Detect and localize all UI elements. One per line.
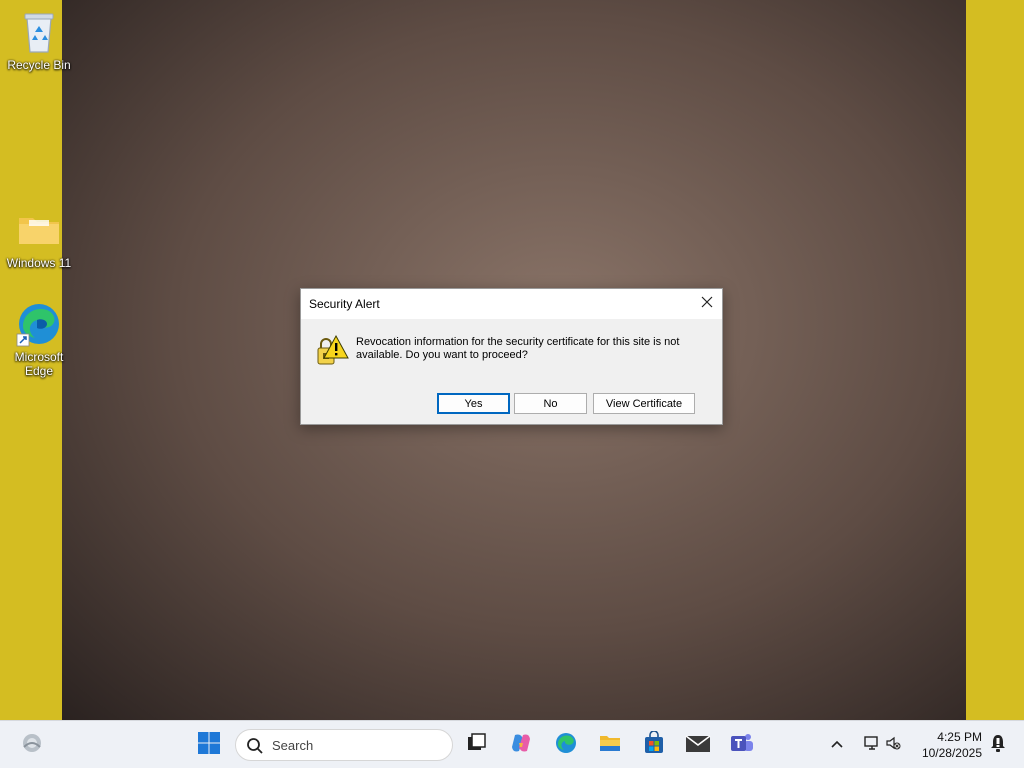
desktop-icon-label: Windows 11 — [6, 256, 72, 270]
dialog-close-button[interactable] — [692, 289, 722, 319]
copilot-icon — [509, 731, 533, 760]
microsoft-store-icon — [642, 729, 666, 760]
yes-button[interactable]: Yes — [437, 393, 510, 414]
desktop-icon-label: Microsoft Edge — [14, 350, 64, 378]
desktop-icon-microsoft-edge[interactable]: Microsoft Edge — [1, 300, 77, 378]
desktop-icon-windows-11[interactable]: Windows 11 — [1, 206, 77, 270]
dialog-title: Security Alert — [309, 297, 380, 311]
task-view-button[interactable] — [458, 727, 494, 763]
start-icon — [197, 731, 221, 760]
start-button[interactable] — [191, 727, 227, 763]
teams-icon — [729, 731, 755, 760]
taskbar: Search 4:25 PM 10/28/2025 — [0, 720, 1024, 768]
warning-lock-icon — [315, 334, 349, 368]
recycle-bin-icon — [15, 8, 63, 56]
notification-button[interactable] — [984, 727, 1012, 763]
file-explorer-icon — [598, 731, 622, 760]
weather-widget-button[interactable] — [14, 727, 50, 763]
desktop-icon-recycle-bin[interactable]: Recycle Bin — [1, 8, 77, 72]
network-icon — [863, 734, 881, 757]
no-button[interactable]: No — [514, 393, 587, 414]
mail-button[interactable] — [680, 727, 716, 763]
weather-icon — [20, 731, 44, 760]
edge-icon — [15, 300, 63, 348]
clock-time: 4:25 PM — [937, 730, 982, 744]
quick-settings-button[interactable] — [856, 727, 908, 763]
taskbar-search-box[interactable]: Search — [235, 729, 453, 761]
search-placeholder: Search — [272, 738, 314, 753]
show-hidden-icons-button[interactable] — [820, 727, 854, 763]
folder-icon — [15, 206, 63, 254]
desktop-icon-label: Recycle Bin — [7, 58, 71, 72]
chevron-up-icon — [830, 736, 844, 754]
view-certificate-button[interactable]: View Certificate — [593, 393, 695, 414]
notification-bell-icon — [989, 733, 1007, 758]
teams-button[interactable] — [724, 727, 760, 763]
clock-date: 10/28/2025 — [921, 746, 982, 760]
file-explorer-button[interactable] — [592, 727, 628, 763]
close-icon — [701, 295, 713, 313]
copilot-button[interactable] — [503, 727, 539, 763]
task-view-icon — [465, 732, 487, 759]
security-alert-dialog: Security Alert Revocation information fo… — [300, 288, 723, 425]
edge-icon — [554, 731, 578, 760]
volume-muted-icon — [885, 735, 901, 756]
dialog-titlebar[interactable]: Security Alert — [301, 289, 722, 319]
clock[interactable]: 4:25 PM 10/28/2025 — [910, 721, 982, 769]
taskbar-edge-button[interactable] — [548, 727, 584, 763]
mail-icon — [685, 732, 711, 759]
dialog-message: Revocation information for the security … — [356, 336, 680, 361]
search-icon — [246, 737, 264, 755]
microsoft-store-button[interactable] — [636, 727, 672, 763]
